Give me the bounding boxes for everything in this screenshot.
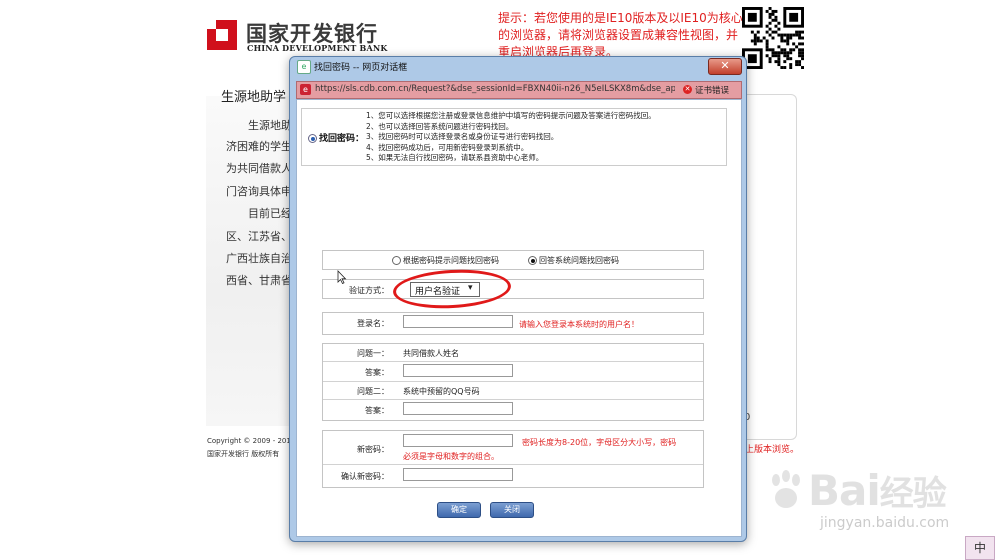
background-text-line: 济困难的学生 — [226, 140, 292, 153]
mouse-cursor-icon — [337, 270, 347, 284]
qr-code-icon — [742, 7, 804, 69]
instruction-item: 1、您可以选择根据您注册或登录信息维护中填写的密码提示问题及答案进行密码找回。 — [366, 111, 656, 120]
option-hint-question-label[interactable]: 根据密码提示问题找回密码 — [403, 255, 499, 266]
row-divider — [323, 464, 703, 465]
question2-text: 系统中预留的QQ号码 — [403, 387, 480, 396]
answer1-input[interactable] — [403, 364, 513, 377]
method-options-box: 根据密码提示问题找回密码 回答系统问题找回密码 — [322, 250, 704, 270]
background-text-line: 目前已经 — [248, 207, 292, 220]
answer1-label: 答案： — [365, 368, 389, 377]
dialog-titlebar[interactable]: e 找回密码 -- 网页对话框 ✕ — [290, 57, 746, 77]
copyright-line: Copyright © 2009 - 2014 A — [207, 437, 303, 445]
copyright-owner: 国家开发银行 版权所有 — [207, 450, 280, 458]
instructions-label: 找回密码： — [319, 134, 365, 144]
dialog-content: 找回密码： 1、您可以选择根据您注册或登录信息维护中填写的密码提示问题及答案进行… — [296, 99, 742, 537]
ime-indicator[interactable]: 中 — [965, 536, 995, 560]
address-bar[interactable]: e https://sls.cdb.com.cn/Request?&dse_se… — [296, 81, 742, 99]
password-rule-hint: 密码长度为8-20位，字母区分大小写，密码 — [522, 438, 677, 447]
ie10-notice: 提示：若您使用的是IE10版本及以IE10为核心的浏览器，请将浏览器设置成兼容性… — [498, 11, 743, 57]
bank-name-en: CHINA DEVELOPMENT BANK — [247, 43, 388, 53]
verify-method-label: 验证方式： — [349, 286, 389, 295]
instructions-list: 1、您可以选择根据您注册或登录信息维护中填写的密码提示问题及答案进行密码找回。 … — [366, 111, 716, 164]
question1-text: 共同借款人姓名 — [403, 349, 459, 358]
url-text: https://sls.cdb.com.cn/Request?&dse_sess… — [315, 84, 675, 94]
background-text-line: 生源地助 — [248, 119, 292, 132]
cert-error-icon[interactable]: ✕ — [683, 85, 692, 94]
new-password-label: 新密码： — [357, 445, 389, 454]
question2-label: 问题二： — [357, 387, 389, 396]
instruction-item: 3、找回密码时可以选择登录名或身份证号进行密码找回。 — [366, 132, 559, 141]
bank-logo-icon — [207, 20, 237, 50]
background-text-line: 西省、甘肃省 — [226, 274, 292, 287]
new-password-input[interactable] — [403, 434, 513, 447]
confirm-password-input[interactable] — [403, 468, 513, 481]
answer2-input[interactable] — [403, 402, 513, 415]
background-text-line: 区、江苏省、 — [226, 230, 292, 243]
instruction-item: 4、找回密码成功后，可用新密码登录到系统中。 — [366, 142, 529, 152]
row-divider — [323, 361, 703, 362]
background-text-line: 广西壮族自治 — [226, 252, 292, 265]
watermark-brand: Bai — [808, 466, 881, 515]
watermark-brand-cn: 经验 — [879, 474, 947, 514]
security-warning-icon: e — [300, 84, 311, 95]
confirm-password-label: 确认新密码： — [341, 472, 389, 481]
login-name-label: 登录名： — [357, 319, 389, 328]
password-rule-hint-cont: 必须是字母和数字的组合。 — [403, 452, 499, 461]
instruction-item: 5、如果无法自行找回密码，请联系县资助中心老师。 — [366, 153, 544, 162]
baidu-paw-icon — [772, 470, 800, 508]
browser-version-note: 上版本浏览。 — [745, 445, 800, 455]
login-name-hint: 请输入您登录本系统时的用户名！ — [519, 320, 639, 329]
close-window-button[interactable]: ✕ — [708, 58, 742, 75]
background-heading: 生源地助学 — [221, 90, 287, 105]
question1-label: 问题一： — [357, 349, 389, 358]
dialog-title: 找回密码 -- 网页对话框 — [314, 63, 408, 73]
instructions-bullet — [308, 134, 317, 143]
radio-hint-question[interactable] — [392, 256, 401, 265]
close-button[interactable]: 关闭 — [490, 502, 534, 518]
page-icon: e — [297, 60, 311, 74]
answer2-label: 答案： — [365, 406, 389, 415]
login-name-input[interactable] — [403, 315, 513, 328]
row-divider — [323, 399, 703, 400]
red-annotation-circle — [392, 266, 512, 312]
background-panel — [740, 94, 797, 440]
baidu-watermark: Bai经验 — [808, 466, 947, 515]
radio-system-question[interactable] — [528, 256, 537, 265]
row-divider — [323, 381, 703, 382]
recover-password-dialog: e 找回密码 -- 网页对话框 ✕ e https://sls.cdb.com.… — [289, 56, 747, 542]
watermark-url: jingyan.baidu.com — [820, 515, 950, 531]
instructions-box: 找回密码： 1、您可以选择根据您注册或登录信息维护中填写的密码提示问题及答案进行… — [301, 108, 727, 166]
instruction-item: 2、也可以选择回答系统问题进行密码找回。 — [366, 121, 514, 131]
background-text-line: 门咨询具体申 — [226, 185, 292, 198]
confirm-button[interactable]: 确定 — [437, 502, 481, 518]
option-system-question-label[interactable]: 回答系统问题找回密码 — [539, 255, 619, 266]
background-text-line: 为共同借款人 — [226, 162, 292, 175]
cert-error-label[interactable]: 证书错误 — [695, 84, 729, 96]
